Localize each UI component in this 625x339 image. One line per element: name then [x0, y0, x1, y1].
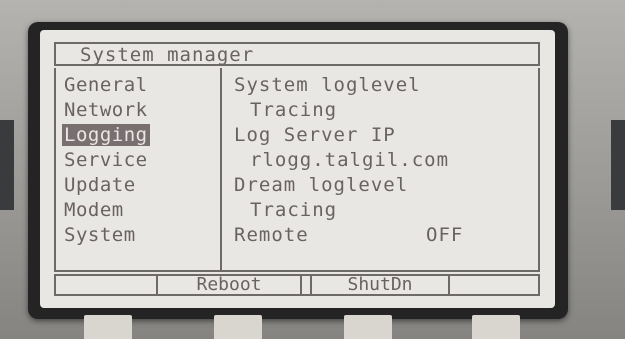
menu-item-update[interactable]: Update: [62, 174, 138, 196]
softkey-bar: Reboot ShutDn: [54, 274, 540, 296]
hardware-button-4[interactable]: [472, 315, 520, 339]
left-side-bracket: [0, 120, 14, 210]
hardware-button-2[interactable]: [214, 315, 262, 339]
menu-divider: [220, 68, 222, 270]
reboot-softkey[interactable]: Reboot: [156, 276, 302, 294]
menu-item-general[interactable]: General: [62, 74, 150, 96]
shutdown-softkey[interactable]: ShutDn: [310, 276, 450, 294]
content-panel: General Network Logging Service Update M…: [54, 68, 540, 272]
hardware-button-3[interactable]: [344, 315, 392, 339]
menu-item-network[interactable]: Network: [62, 99, 150, 121]
remote-label: Remote: [234, 224, 309, 246]
right-side-bracket: [611, 120, 625, 210]
hardware-button-1[interactable]: [84, 315, 132, 339]
device-housing: System manager General Network Logging S…: [0, 0, 625, 339]
remote-value[interactable]: OFF: [426, 224, 463, 246]
log-server-ip-value[interactable]: rlogg.talgil.com: [250, 149, 449, 171]
dream-loglevel-label: Dream loglevel: [234, 174, 409, 196]
menu-item-modem[interactable]: Modem: [62, 199, 126, 221]
log-server-ip-label: Log Server IP: [234, 124, 396, 146]
system-loglevel-value[interactable]: Tracing: [250, 99, 337, 121]
menu-item-system[interactable]: System: [62, 224, 138, 246]
lcd-screen: System manager General Network Logging S…: [40, 30, 555, 308]
system-loglevel-label: System loglevel: [234, 74, 421, 96]
menu-item-service[interactable]: Service: [62, 149, 150, 171]
dream-loglevel-value[interactable]: Tracing: [250, 199, 337, 221]
title-bar: System manager: [54, 42, 540, 66]
menu-item-logging[interactable]: Logging: [62, 124, 150, 146]
screen-title: System manager: [80, 44, 255, 66]
